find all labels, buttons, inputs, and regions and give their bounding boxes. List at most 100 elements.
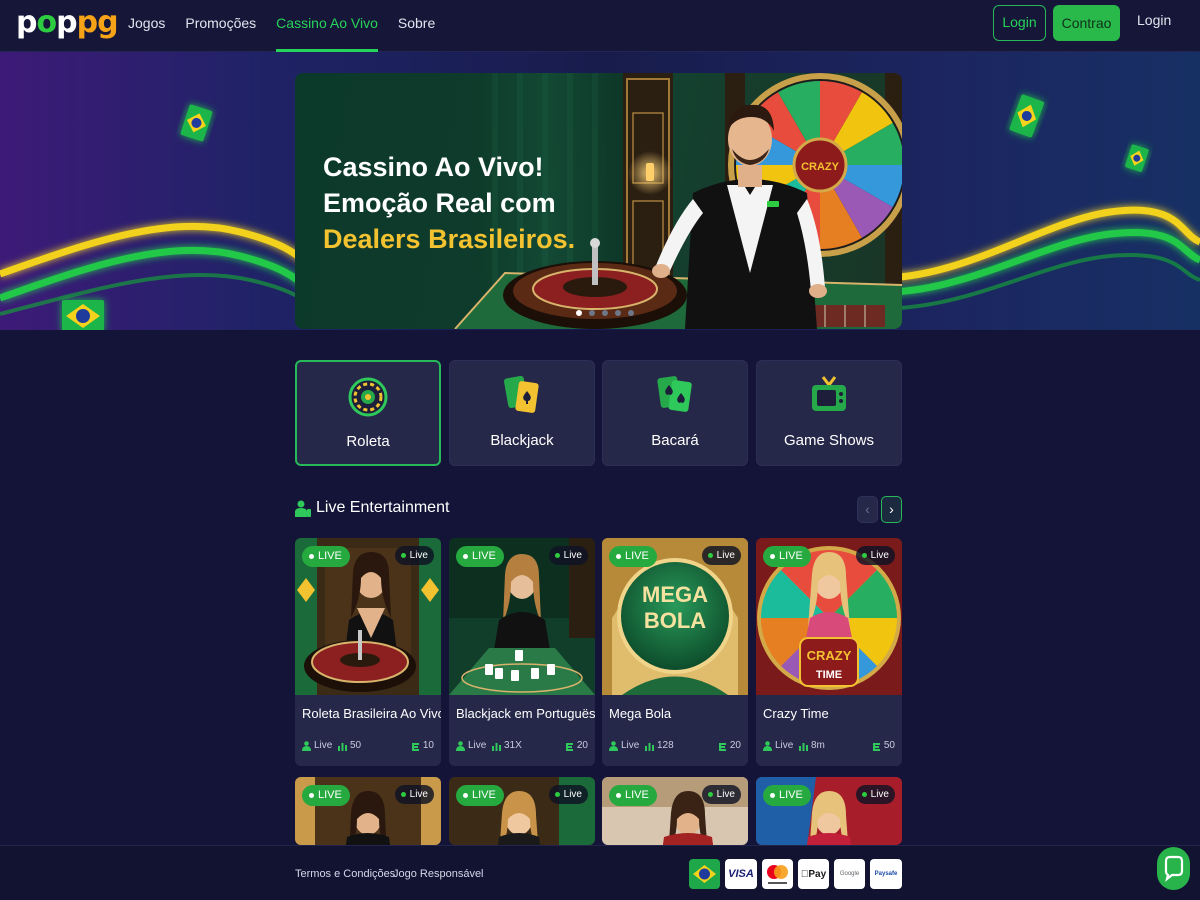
meta-status-text: Live <box>621 740 640 751</box>
live-status-badge: Live <box>855 546 895 565</box>
meta-bets-text: 20 <box>729 740 741 751</box>
live-status-badge: Live <box>855 785 895 804</box>
roulette-icon <box>348 377 388 417</box>
nav-item-sobre[interactable]: Sobre <box>398 0 435 52</box>
live-badge: LIVE <box>302 546 350 567</box>
nav-item-cassino-ao-vivo[interactable]: Cassino Ao Vivo <box>276 0 378 52</box>
live-badge-text: LIVE <box>318 789 342 801</box>
game-meta: Live 31X 20 <box>456 740 588 754</box>
users-icon <box>295 500 311 517</box>
live-badge: LIVE <box>456 546 504 567</box>
game-card-row2[interactable]: LIVE Live <box>756 777 902 845</box>
user-icon <box>763 740 772 751</box>
live-badge-text: LIVE <box>779 550 803 562</box>
game-card-row2[interactable]: LIVE Live <box>602 777 748 845</box>
live-status-text: Live <box>716 789 735 800</box>
live-badge: LIVE <box>302 785 350 806</box>
meta-status-text: Live <box>314 740 333 751</box>
live-status-text: Live <box>870 789 889 800</box>
meta-bets-text: 50 <box>883 740 895 751</box>
live-status-badge: Live <box>394 785 434 804</box>
cards-icon <box>504 375 539 413</box>
game-title: Crazy Time <box>763 706 829 721</box>
hero-banner[interactable]: CRAZY Cassino Ao Vivo! Emoção Real com D… <box>295 73 902 329</box>
register-button[interactable]: Contrao <box>1053 5 1120 41</box>
logo-part: pg <box>76 5 119 40</box>
live-status-badge: Live <box>394 546 434 565</box>
category-game-shows[interactable]: Game Shows <box>756 360 902 466</box>
nav-item-jogos[interactable]: Jogos <box>128 0 165 52</box>
meta-players: 50 <box>338 740 361 751</box>
category-blackjack[interactable]: Blackjack <box>449 360 595 466</box>
meta-players-text: 8m <box>811 740 825 751</box>
coin-icon <box>872 742 880 751</box>
live-status-badge: Live <box>548 785 588 804</box>
wheel-logo-text: CRAZY <box>801 161 840 173</box>
meta-bets-text: 20 <box>576 740 588 751</box>
nav-item-promocoes[interactable]: Promoções <box>185 0 256 52</box>
live-status-text: Live <box>409 550 428 561</box>
category-roleta[interactable]: Roleta <box>295 360 441 466</box>
live-badge-text: LIVE <box>625 789 649 801</box>
live-badge: LIVE <box>763 785 811 806</box>
chips-icon <box>799 742 808 751</box>
game-card-blackjack-portugues[interactable]: LIVE Live Blackjack em Portuguës Live 31… <box>449 538 595 766</box>
brazil-flag-icon <box>1009 94 1044 138</box>
carousel-dot[interactable] <box>615 310 621 316</box>
meta-players-text: 50 <box>350 740 362 751</box>
game-card-mega-bola[interactable]: MEGA BOLA LIVE Live Mega Bola Live 128 2… <box>602 538 748 766</box>
game-card-crazy-time[interactable]: CRAZY TIME LIVE Live Crazy Time Live 8m … <box>756 538 902 766</box>
brand-logo[interactable]: poppg <box>16 5 119 40</box>
live-badge: LIVE <box>609 785 657 806</box>
game-card-row2[interactable]: LIVE Live <box>449 777 595 845</box>
category-bacara[interactable]: Bacará <box>602 360 748 466</box>
live-status-badge: Live <box>701 785 741 804</box>
carousel-prev-button[interactable]: ‹ <box>857 496 878 523</box>
thumb-text: BOLA <box>644 608 706 633</box>
game-meta: Live 128 20 <box>609 740 741 754</box>
logo-part: p <box>56 5 78 40</box>
tv-icon <box>812 376 846 411</box>
game-meta: Live 50 10 <box>302 740 434 754</box>
category-tiles: Roleta Blackjack Bacará Game Shows <box>295 360 902 466</box>
meta-status: Live <box>763 740 793 751</box>
terms-link[interactable]: Termos e Condições <box>295 868 395 880</box>
meta-bets-text: 10 <box>422 740 434 751</box>
live-badge-text: LIVE <box>472 789 496 801</box>
live-badge-text: LIVE <box>625 550 649 562</box>
carousel-next-button[interactable]: › <box>881 496 902 523</box>
section-title: Live Entertainment <box>316 499 450 516</box>
chat-button[interactable] <box>1157 847 1190 890</box>
live-status-text: Live <box>870 550 889 561</box>
live-status-badge: Live <box>701 546 741 565</box>
meta-players: 8m <box>799 740 825 751</box>
chips-icon <box>492 742 501 751</box>
game-card-row2[interactable]: LIVE Live <box>295 777 441 845</box>
login-link[interactable]: Login <box>1137 12 1171 28</box>
game-card-roleta-brasileira[interactable]: LIVE Live Roleta Brasileira Ao Vivo Live… <box>295 538 441 766</box>
cards-icon <box>657 376 692 412</box>
brazil-flag-icon <box>689 859 720 889</box>
game-title: Roleta Brasileira Ao Vivo <box>302 706 441 721</box>
chips-icon <box>338 742 347 751</box>
carousel-dot[interactable] <box>576 310 582 316</box>
responsible-gaming-link[interactable]: Jogo Responsável <box>393 868 484 880</box>
visa-logo: VISA <box>725 859 757 889</box>
carousel-dot[interactable] <box>628 310 634 316</box>
live-status-badge: Live <box>548 546 588 565</box>
carousel-dot[interactable] <box>589 310 595 316</box>
chips-icon <box>645 742 654 751</box>
carousel-dots <box>576 310 634 316</box>
meta-players: 128 <box>645 740 674 751</box>
meta-status-text: Live <box>468 740 487 751</box>
meta-status: Live <box>456 740 486 751</box>
hero-line: Cassino Ao Vivo! <box>323 152 544 182</box>
logo-part: p <box>16 5 38 40</box>
brazil-flag-icon <box>1125 144 1149 172</box>
mastercard-logo <box>762 859 793 889</box>
login-button[interactable]: Login <box>993 5 1046 41</box>
live-badge-text: LIVE <box>318 550 342 562</box>
apple-pay-logo: Pay <box>798 859 829 889</box>
apple-pay-text: Pay <box>804 869 826 880</box>
carousel-dot[interactable] <box>602 310 608 316</box>
